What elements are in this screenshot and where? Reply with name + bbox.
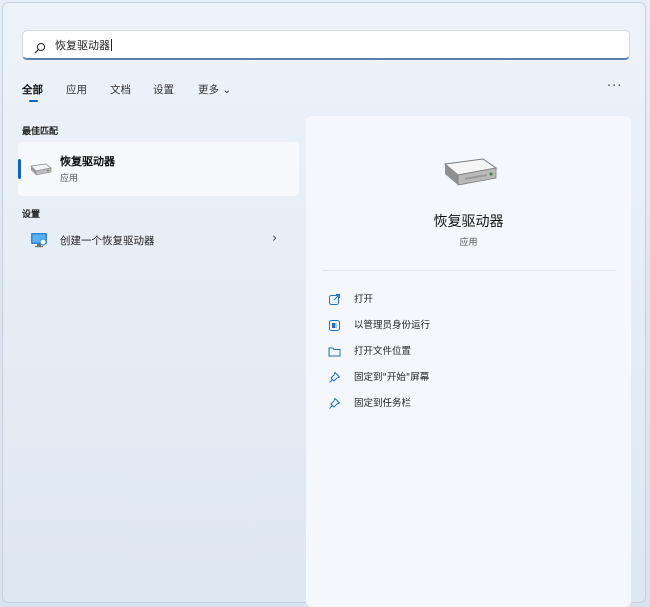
detail-title: 恢复驱动器 bbox=[433, 214, 504, 230]
tab-documents[interactable]: 文档 bbox=[110, 82, 131, 97]
search-input[interactable]: 恢复驱动器 bbox=[55, 37, 112, 53]
drive-icon bbox=[28, 162, 52, 181]
pin-icon bbox=[328, 395, 341, 409]
action-pin-to-taskbar[interactable]: 固定到任务栏 bbox=[328, 392, 608, 412]
tab-settings[interactable]: 设置 bbox=[153, 82, 174, 97]
tab-more[interactable]: 更多 ⌄ bbox=[198, 82, 231, 97]
action-open-file-location[interactable]: 打开文件位置 bbox=[328, 340, 608, 360]
tab-apps[interactable]: 应用 bbox=[66, 82, 87, 97]
best-match-title: 恢复驱动器 bbox=[60, 155, 115, 168]
settings-heading: 设置 bbox=[22, 210, 41, 220]
action-pin-to-start[interactable]: 固定到"开始"屏幕 bbox=[328, 366, 608, 386]
pin-icon bbox=[328, 369, 341, 383]
best-match-heading: 最佳匹配 bbox=[22, 127, 59, 137]
action-open[interactable]: 打开 bbox=[328, 288, 608, 308]
best-match-result[interactable]: 恢复驱动器 应用 bbox=[18, 142, 299, 196]
drive-large-icon bbox=[439, 156, 499, 194]
detail-panel: 恢复驱动器 应用 打开 以管理员身份运行 打开文件位置 固定到"开始"屏幕 固定… bbox=[306, 116, 631, 607]
folder-icon bbox=[328, 343, 341, 357]
search-box[interactable]: 恢复驱动器 bbox=[22, 30, 630, 60]
divider bbox=[322, 270, 616, 271]
recovery-settings-icon bbox=[30, 232, 48, 252]
search-icon bbox=[34, 39, 46, 54]
open-icon bbox=[328, 291, 341, 305]
tab-all[interactable]: 全部 bbox=[22, 82, 43, 102]
detail-subtitle: 应用 bbox=[459, 238, 478, 248]
more-options-button[interactable]: ··· bbox=[607, 79, 622, 94]
shield-icon bbox=[328, 317, 341, 331]
chevron-right-icon: › bbox=[272, 231, 278, 246]
action-run-as-admin[interactable]: 以管理员身份运行 bbox=[328, 314, 608, 334]
selection-indicator bbox=[18, 159, 21, 179]
create-recovery-drive-setting[interactable]: 创建一个恢复驱动器 › bbox=[22, 228, 292, 252]
best-match-subtitle: 应用 bbox=[60, 174, 79, 184]
create-recovery-drive-label: 创建一个恢复驱动器 bbox=[60, 235, 155, 247]
